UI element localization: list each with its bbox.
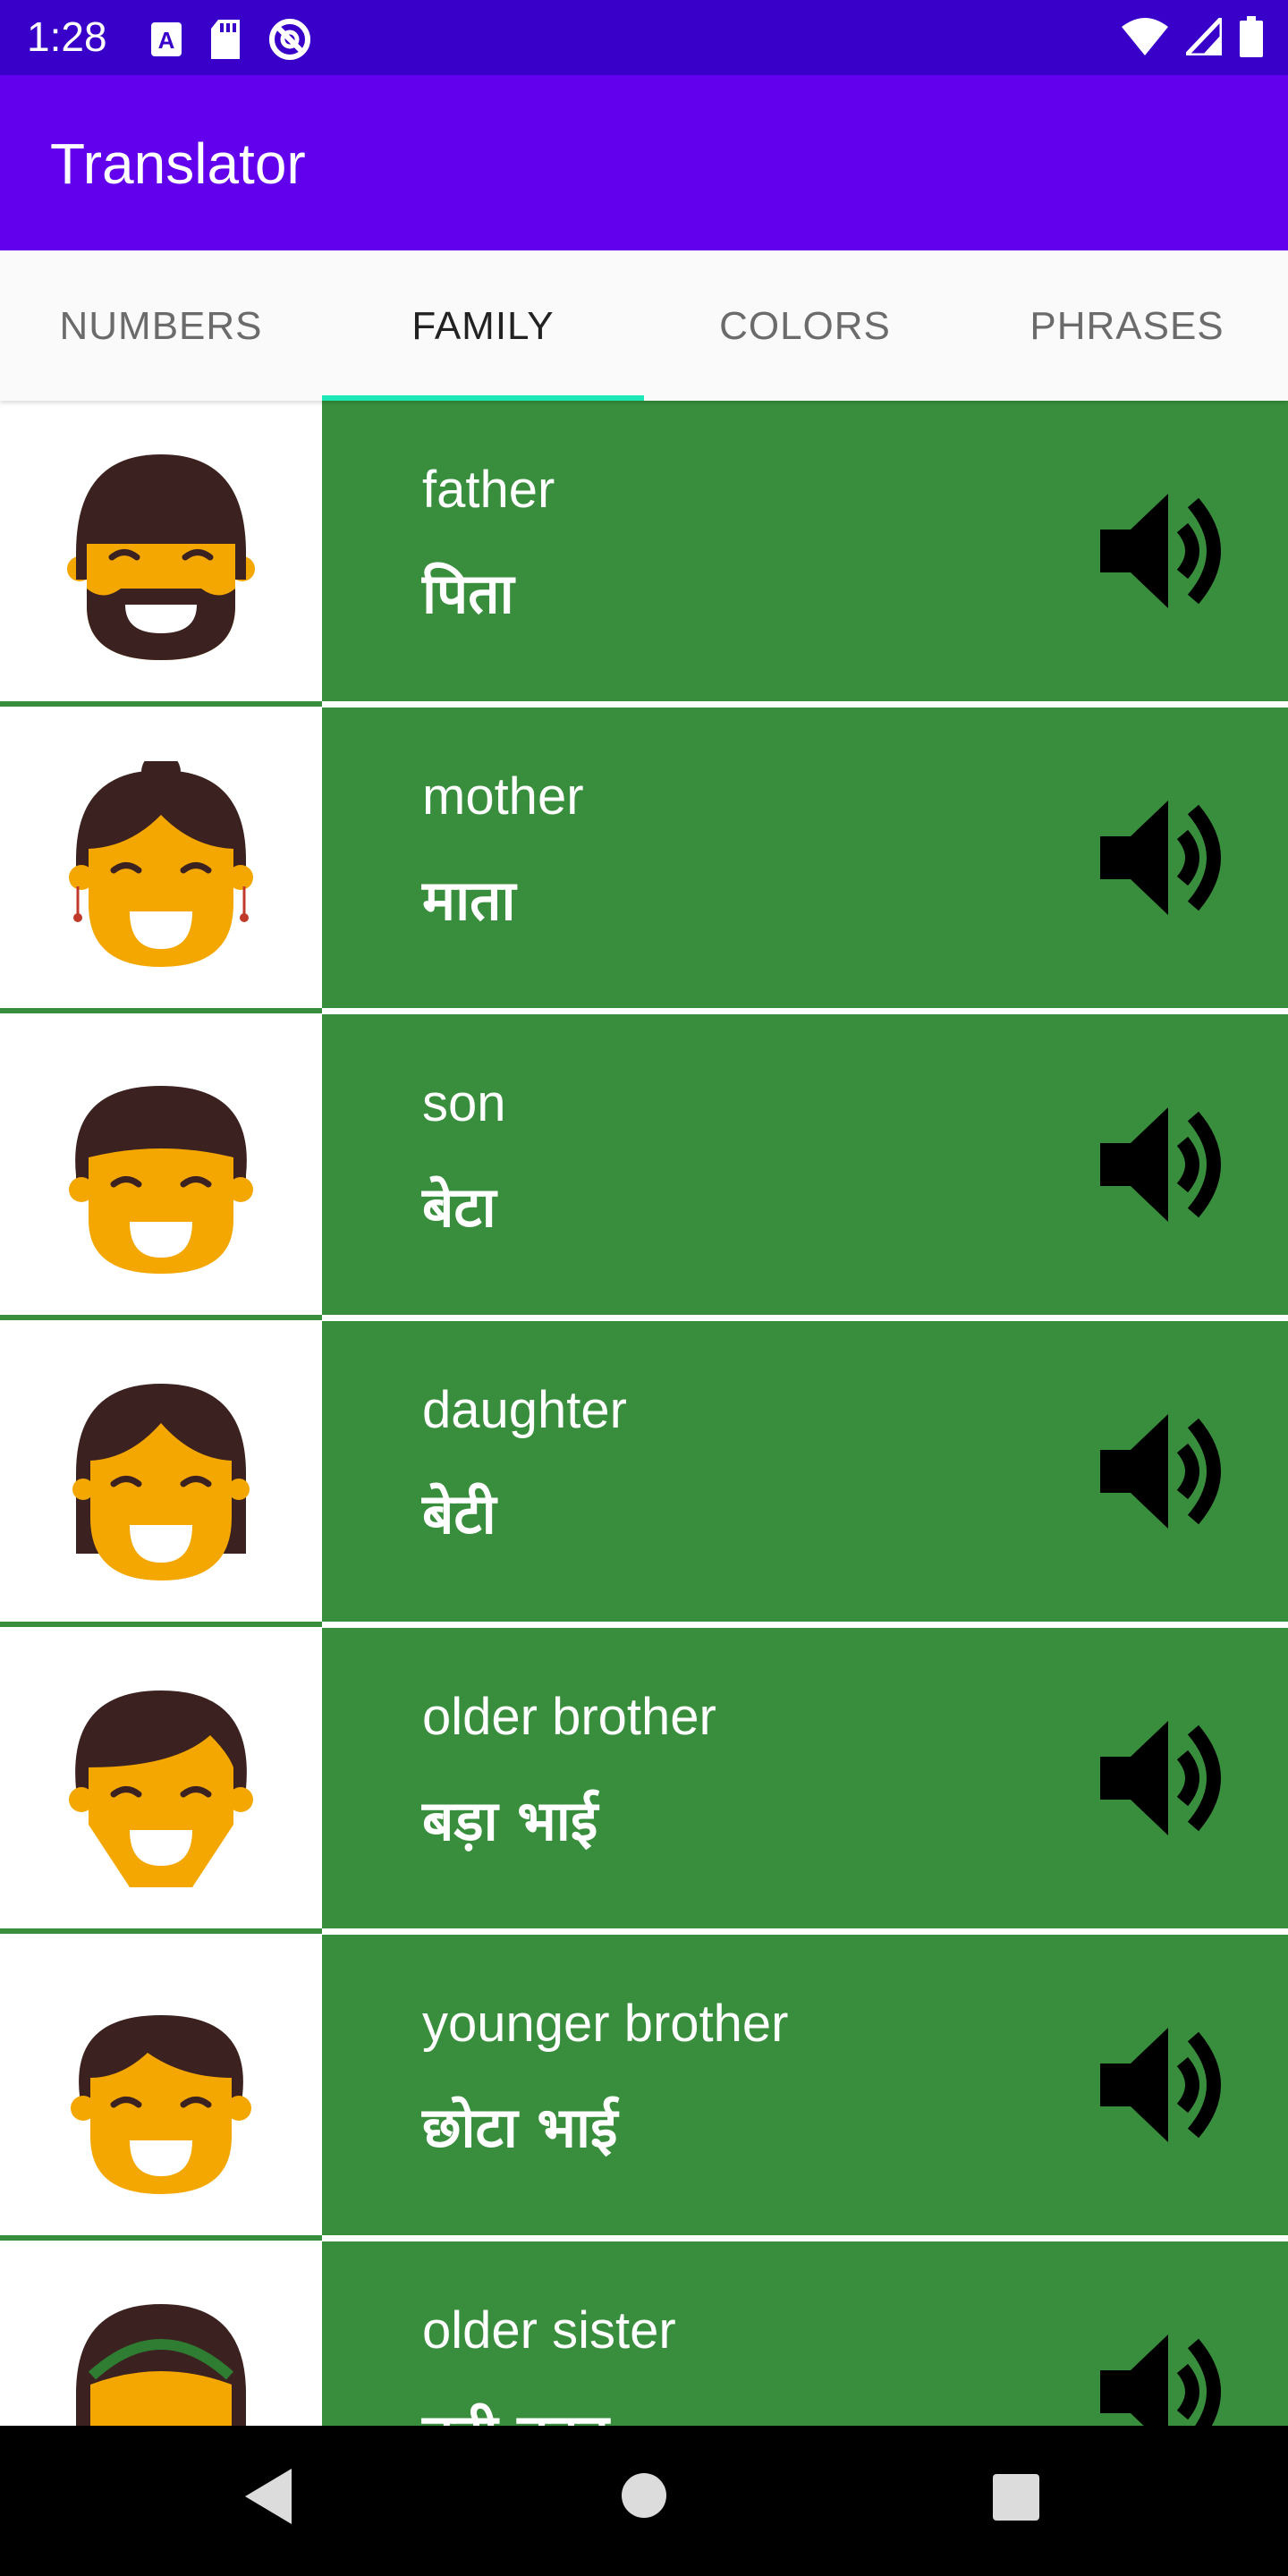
divider <box>0 1622 322 1627</box>
speaker-icon[interactable] <box>1100 2024 1225 2146</box>
app-bar: Translator <box>0 75 1288 250</box>
tab-phrases[interactable]: PHRASES <box>966 250 1288 401</box>
older-sister-face-icon <box>76 2304 246 2426</box>
tab-colors[interactable]: COLORS <box>644 250 966 401</box>
list-item-body: older brother बड़ा भाई <box>322 1628 1288 1928</box>
list-item[interactable]: daughter बेटी <box>0 1321 1288 1627</box>
list-item-body: father पिता <box>322 401 1288 701</box>
speaker-icon[interactable] <box>1100 1411 1225 1532</box>
back-icon[interactable] <box>242 2465 295 2528</box>
hindi-word: बड़ा भाई <box>422 1788 598 1853</box>
english-word: younger brother <box>422 1995 789 2053</box>
list-item-image <box>0 2241 322 2426</box>
speaker-icon[interactable] <box>1100 490 1225 612</box>
younger-brother-face-icon <box>71 2015 251 2194</box>
navigation-bar <box>0 2426 1288 2576</box>
divider <box>0 701 322 707</box>
english-word: son <box>422 1074 506 1132</box>
app-title: Translator <box>50 131 306 196</box>
wifi-icon <box>1122 18 1168 55</box>
list-item[interactable]: older sister बड़ी बहन <box>0 2241 1288 2426</box>
speaker-icon[interactable] <box>1100 797 1225 919</box>
sync-disabled-icon <box>269 19 310 60</box>
list-item-image <box>0 1321 322 1622</box>
tab-numbers[interactable]: NUMBERS <box>0 250 322 401</box>
status-bar: 1:28 A <box>0 0 1288 75</box>
divider <box>0 1315 322 1320</box>
svg-text:A: A <box>158 27 175 54</box>
signal-icon <box>1186 18 1222 55</box>
older-brother-face-icon <box>69 1690 253 1887</box>
hindi-word: बेटा <box>422 1174 496 1240</box>
english-word: older brother <box>422 1688 716 1746</box>
speaker-icon[interactable] <box>1100 2331 1225 2426</box>
word-list[interactable]: father पिता mother माता son बेटा daughte… <box>0 401 1288 2426</box>
divider <box>0 2235 322 2241</box>
divider <box>0 1928 322 1934</box>
hindi-word: बड़ी बहन <box>422 2395 609 2426</box>
list-item-image <box>0 401 322 701</box>
list-item-image <box>0 1628 322 1928</box>
speaker-icon[interactable] <box>1100 1717 1225 1839</box>
mother-face-icon <box>69 761 253 967</box>
list-item-image <box>0 1935 322 2235</box>
tab-family[interactable]: FAMILY <box>322 250 644 401</box>
tab-label: COLORS <box>719 304 891 348</box>
speaker-icon[interactable] <box>1100 1104 1225 1225</box>
daughter-face-icon <box>72 1384 250 1580</box>
battery-icon <box>1240 16 1263 57</box>
notification-icons: A <box>150 18 311 61</box>
keyboard-a-icon: A <box>151 22 182 56</box>
list-item-image <box>0 1014 322 1315</box>
english-word: daughter <box>422 1381 627 1439</box>
recents-icon[interactable] <box>993 2474 1039 2521</box>
tab-bar: NUMBERS FAMILY COLORS PHRASES <box>0 250 1288 401</box>
father-face-icon <box>67 454 255 660</box>
english-word: father <box>422 461 555 519</box>
system-icons <box>1122 16 1263 57</box>
status-time: 1:28 <box>27 13 107 60</box>
hindi-word: बेटी <box>422 1481 496 1546</box>
list-item-body: son बेटा <box>322 1014 1288 1315</box>
divider <box>0 1008 322 1013</box>
list-item-image <box>0 708 322 1008</box>
hindi-word: माता <box>422 868 516 933</box>
hindi-word: पिता <box>422 561 514 626</box>
list-item-body: daughter बेटी <box>322 1321 1288 1622</box>
list-item-body: older sister बड़ी बहन <box>322 2241 1288 2426</box>
list-item-body: younger brother छोटा भाई <box>322 1935 1288 2235</box>
list-item[interactable]: mother माता <box>0 708 1288 1013</box>
tab-label: NUMBERS <box>59 304 263 348</box>
list-item[interactable]: father पिता <box>0 401 1288 707</box>
home-icon[interactable] <box>621 2472 667 2519</box>
son-face-icon <box>69 1086 253 1274</box>
list-item[interactable]: son बेटा <box>0 1014 1288 1320</box>
list-item-body: mother माता <box>322 708 1288 1008</box>
tab-label: FAMILY <box>411 304 555 348</box>
sd-card-icon <box>211 20 240 59</box>
hindi-word: छोटा भाई <box>422 2095 618 2160</box>
tab-label: PHRASES <box>1030 304 1224 348</box>
tab-indicator <box>322 395 644 401</box>
list-item[interactable]: younger brother छोटा भाई <box>0 1935 1288 2241</box>
english-word: mother <box>422 767 584 826</box>
list-item[interactable]: older brother बड़ा भाई <box>0 1628 1288 1934</box>
english-word: older sister <box>422 2301 676 2360</box>
